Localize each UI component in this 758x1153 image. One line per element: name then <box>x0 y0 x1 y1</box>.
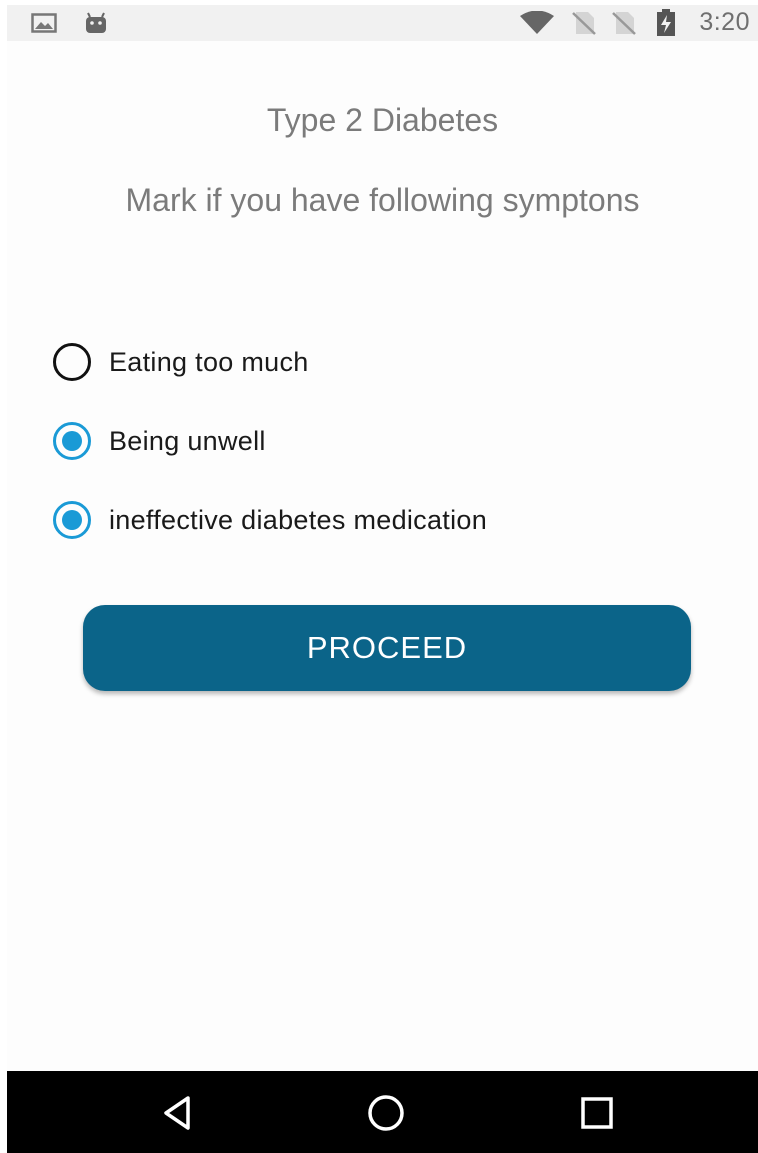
recents-icon[interactable] <box>575 1091 619 1135</box>
wifi-icon <box>520 11 554 34</box>
no-sim-icon <box>572 12 596 35</box>
home-icon[interactable] <box>364 1091 408 1135</box>
status-bar: 3:20 <box>7 5 758 41</box>
battery-charging-icon <box>657 9 675 36</box>
radio-button[interactable] <box>53 501 91 539</box>
page-subtitle: Mark if you have following symptons <box>125 182 640 218</box>
back-icon[interactable] <box>155 1091 199 1135</box>
symptom-option-being-unwell[interactable]: Being unwell <box>53 419 266 463</box>
option-label: ineffective diabetes medication <box>109 504 488 535</box>
symptom-option-eating-too-much[interactable]: Eating too much <box>53 340 309 384</box>
navigation-bar <box>7 1071 758 1153</box>
app-screen: 3:20 Type 2 Diabetes Mark if you have fo… <box>7 5 758 1153</box>
symptom-option-ineffective-medication[interactable]: ineffective diabetes medication <box>53 498 487 542</box>
radio-button[interactable] <box>53 422 91 460</box>
radio-button[interactable] <box>53 343 91 381</box>
option-label: Eating too much <box>109 346 309 377</box>
radio-dot <box>62 431 82 451</box>
no-sim-icon <box>612 12 636 35</box>
option-label: Being unwell <box>109 425 266 456</box>
android-icon <box>86 12 106 33</box>
radio-dot <box>62 510 82 530</box>
proceed-button[interactable]: PROCEED <box>83 605 691 691</box>
gallery-icon <box>31 13 57 33</box>
page-title: Type 2 Diabetes <box>266 102 499 138</box>
status-time: 3:20 <box>699 8 750 36</box>
